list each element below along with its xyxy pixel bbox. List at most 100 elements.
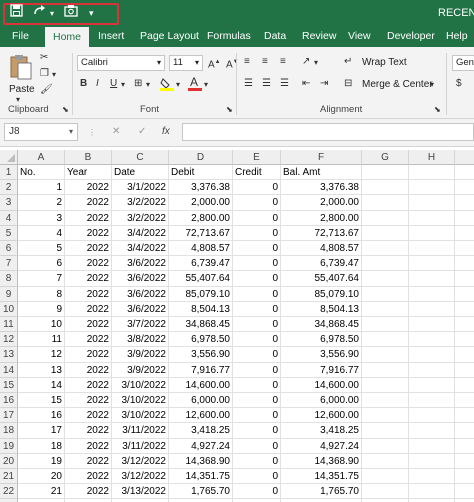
cell-no[interactable]: 2: [18, 195, 65, 211]
tab-view[interactable]: View: [348, 27, 371, 47]
cell-date[interactable]: 3/2/2022: [112, 195, 169, 211]
row-header[interactable]: 20: [0, 453, 18, 469]
align-right-icon[interactable]: ☰: [280, 77, 289, 91]
empty-cell[interactable]: [409, 286, 455, 302]
cell-year[interactable]: 2022: [65, 408, 112, 424]
cell-date[interactable]: 3/6/2022: [112, 271, 169, 287]
paste-button[interactable]: Paste ▾: [6, 51, 36, 104]
cell-no[interactable]: 6: [18, 256, 65, 272]
font-launcher-icon[interactable]: ⬊: [226, 103, 233, 117]
cell-date[interactable]: 3/4/2022: [112, 225, 169, 241]
cell-debit[interactable]: 12,600.00: [169, 408, 233, 424]
cell-debit[interactable]: 3,376.38: [169, 180, 233, 196]
clipboard-launcher-icon[interactable]: ⬊: [62, 103, 69, 117]
table-header-cell[interactable]: Bal. Amt: [281, 165, 362, 181]
cell-date[interactable]: 3/9/2022: [112, 362, 169, 378]
format-painter-icon[interactable]: 🖌: [40, 83, 53, 97]
cell-bal-amt[interactable]: 14,368.90: [281, 453, 362, 469]
empty-cell[interactable]: [409, 225, 455, 241]
customize-qat-icon[interactable]: ▾: [89, 5, 94, 21]
tab-page-layout[interactable]: Page Layout: [140, 27, 199, 47]
cell-credit[interactable]: 0: [233, 393, 281, 409]
empty-cell[interactable]: [455, 484, 474, 500]
cut-icon[interactable]: ✂: [40, 51, 48, 65]
cell-debit[interactable]: 2,800.00: [169, 210, 233, 226]
cell-credit[interactable]: 0: [233, 408, 281, 424]
cell-date[interactable]: 3/12/2022: [112, 469, 169, 485]
empty-cell[interactable]: [409, 408, 455, 424]
empty-cell[interactable]: [362, 393, 409, 409]
row-header[interactable]: 3: [0, 195, 18, 211]
cell-bal-amt[interactable]: 6,000.00: [281, 393, 362, 409]
cell-bal-amt[interactable]: 1,765.70: [281, 484, 362, 500]
empty-cell[interactable]: [409, 362, 455, 378]
font-size-select[interactable]: 11 ▾: [169, 55, 203, 71]
font-color-icon[interactable]: A: [188, 75, 202, 96]
cell-bal-amt[interactable]: 3,556.90: [281, 347, 362, 363]
cell-credit[interactable]: 0: [233, 180, 281, 196]
cell-bal-amt[interactable]: 3,376.38: [281, 180, 362, 196]
empty-cell[interactable]: [362, 377, 409, 393]
row-header[interactable]: 13: [0, 347, 18, 363]
cell-year[interactable]: 2022: [65, 393, 112, 409]
cell-year[interactable]: 2022: [65, 180, 112, 196]
column-header[interactable]: F: [281, 150, 362, 165]
cell-bal-amt[interactable]: 72,713.67: [281, 225, 362, 241]
empty-cell[interactable]: [455, 302, 474, 317]
empty-cell[interactable]: [409, 195, 455, 211]
empty-cell[interactable]: [455, 363, 474, 378]
enter-icon[interactable]: ✓: [138, 125, 146, 139]
empty-cell[interactable]: [409, 241, 455, 257]
cell-bal-amt[interactable]: 14,351.75: [281, 469, 362, 485]
empty-cell[interactable]: [455, 423, 474, 439]
column-header[interactable]: A: [18, 150, 65, 165]
cell-credit[interactable]: 0: [233, 453, 281, 469]
cell-bal-amt[interactable]: 3,418.25: [281, 423, 362, 439]
empty-cell[interactable]: [362, 347, 409, 363]
cell-debit[interactable]: 14,368.90: [169, 453, 233, 469]
empty-cell[interactable]: [409, 423, 455, 439]
row-header[interactable]: 9: [0, 286, 18, 302]
empty-cell[interactable]: [362, 408, 409, 424]
cell-year[interactable]: 2022: [65, 195, 112, 211]
cell-debit[interactable]: 6,739.47: [169, 256, 233, 272]
row-header[interactable]: 5: [0, 225, 18, 241]
cell-date[interactable]: 3/11/2022: [112, 438, 169, 454]
cell-debit[interactable]: 3,418.25: [169, 423, 233, 439]
cancel-icon[interactable]: ✕: [112, 125, 120, 139]
formula-input[interactable]: [182, 123, 474, 141]
cell-no[interactable]: 16: [18, 408, 65, 424]
cell-no[interactable]: 7: [18, 271, 65, 287]
name-box[interactable]: J8 ▾: [4, 123, 78, 141]
increase-indent-icon[interactable]: ⇥: [320, 77, 328, 91]
redo-icon[interactable]: [33, 4, 47, 21]
table-header-cell[interactable]: Credit: [233, 165, 281, 181]
empty-cell[interactable]: [455, 408, 474, 424]
underline-icon[interactable]: U: [110, 77, 117, 91]
number-format-select[interactable]: Gene: [452, 55, 474, 71]
cell-debit[interactable]: 55,407.64: [169, 271, 233, 287]
cell-date[interactable]: 3/12/2022: [112, 453, 169, 469]
cell-date[interactable]: 3/9/2022: [112, 347, 169, 363]
cell-debit[interactable]: 72,713.67: [169, 225, 233, 241]
empty-cell[interactable]: [362, 271, 409, 287]
cell-credit[interactable]: 0: [233, 332, 281, 348]
camera-icon[interactable]: [64, 4, 79, 21]
cell-year[interactable]: 2022: [65, 347, 112, 363]
row-header[interactable]: 16: [0, 393, 18, 409]
empty-cell[interactable]: [362, 469, 409, 485]
cell-debit[interactable]: 85,079.10: [169, 286, 233, 302]
cell-year[interactable]: 2022: [65, 271, 112, 287]
wrap-text-button[interactable]: ↵ Wrap Text: [344, 55, 410, 71]
cell-date[interactable]: 3/10/2022: [112, 377, 169, 393]
row-header[interactable]: 2: [0, 180, 18, 196]
cell-no[interactable]: 20: [18, 469, 65, 485]
empty-cell[interactable]: [362, 256, 409, 272]
empty-cell[interactable]: [409, 180, 455, 196]
cell-no[interactable]: 11: [18, 332, 65, 348]
column-header[interactable]: E: [233, 150, 281, 165]
table-header-cell[interactable]: Debit: [169, 165, 233, 181]
empty-cell[interactable]: [455, 347, 474, 363]
cell-date[interactable]: 3/10/2022: [112, 408, 169, 424]
row-header[interactable]: 22: [0, 484, 18, 500]
